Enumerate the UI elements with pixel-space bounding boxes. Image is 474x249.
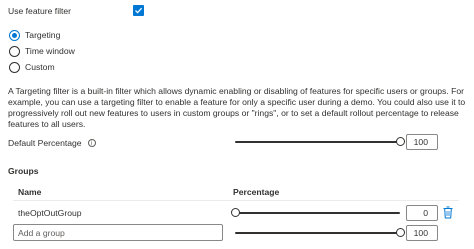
- trash-icon: [443, 206, 453, 219]
- radio-button-targeting[interactable]: [9, 29, 20, 41]
- targeting-filter-description: A Targeting filter is a built-in filter …: [8, 86, 466, 129]
- checkmark-icon: [135, 7, 143, 14]
- default-percentage-slider-thumb[interactable]: [396, 137, 405, 146]
- group-percentage-input[interactable]: 0: [406, 205, 438, 221]
- delete-group-button[interactable]: [443, 206, 453, 221]
- radio-option-custom[interactable]: Custom: [9, 60, 75, 74]
- new-group-percentage-input[interactable]: 100: [406, 225, 438, 241]
- groups-header-divider: [13, 200, 459, 201]
- default-percentage-input[interactable]: 100: [406, 134, 438, 150]
- use-feature-filter-label: Use feature filter: [8, 6, 72, 16]
- radio-option-time-window[interactable]: Time window: [9, 44, 75, 58]
- group-name-cell: theOptOutGroup: [18, 208, 82, 218]
- add-group-input[interactable]: [13, 224, 223, 241]
- radio-label-time-window: Time window: [25, 46, 75, 56]
- group-slider-track[interactable]: [235, 212, 400, 214]
- groups-col-name: Name: [18, 187, 42, 197]
- radio-button-custom[interactable]: [9, 61, 20, 73]
- radio-label-targeting: Targeting: [25, 30, 61, 40]
- radio-label-custom: Custom: [25, 62, 55, 72]
- default-percentage-value: 100: [413, 137, 428, 147]
- info-icon[interactable]: i: [87, 139, 96, 147]
- default-percentage-label: Default Percentage: [8, 138, 82, 148]
- radio-button-time-window[interactable]: [9, 45, 20, 57]
- new-group-percentage-value: 100: [413, 228, 428, 238]
- default-percentage-slider-track[interactable]: [235, 141, 400, 143]
- group-percentage-value: 0: [423, 208, 428, 218]
- groups-col-percentage: Percentage: [233, 187, 280, 197]
- filter-type-radio-group: Targeting Time window Custom: [9, 28, 75, 74]
- radio-option-targeting[interactable]: Targeting: [9, 28, 75, 42]
- groups-title: Groups: [8, 166, 39, 176]
- new-group-slider-thumb[interactable]: [396, 228, 405, 237]
- new-group-slider-track[interactable]: [235, 232, 400, 234]
- group-slider-thumb[interactable]: [231, 208, 240, 217]
- use-feature-filter-checkbox[interactable]: [133, 5, 144, 16]
- default-percentage-row: Default Percentage i: [8, 138, 96, 148]
